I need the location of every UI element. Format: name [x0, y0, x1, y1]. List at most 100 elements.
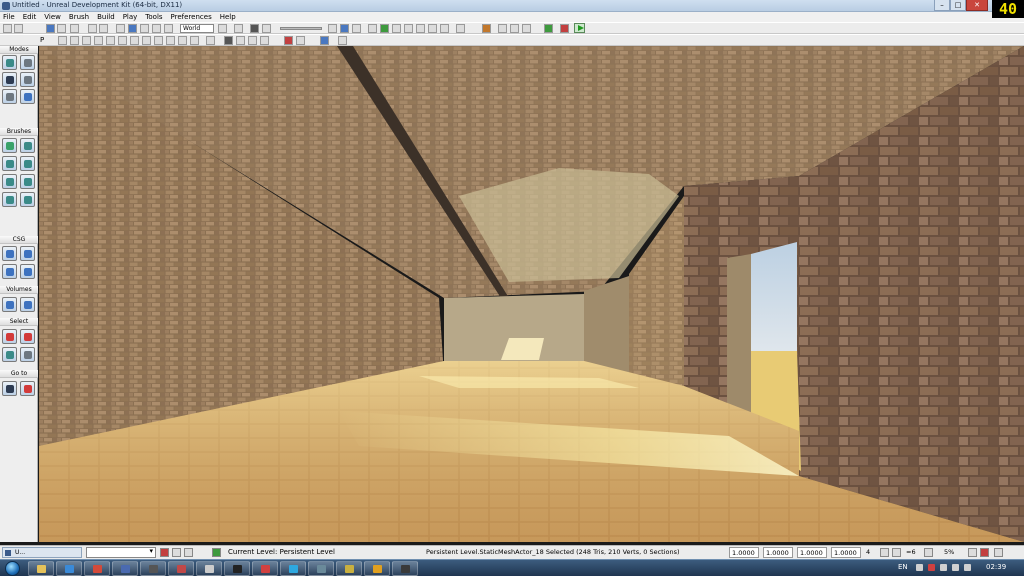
show-all-button[interactable]	[20, 347, 35, 362]
detail-lighting-icon[interactable]	[118, 36, 127, 45]
play-in-editor-icon[interactable]	[482, 24, 491, 33]
drag-grid-w[interactable]: 1.0000	[831, 547, 861, 558]
select-mode-icon[interactable]	[116, 24, 125, 33]
curved-stair-button[interactable]	[2, 156, 17, 171]
taskbar-app-5[interactable]	[252, 561, 278, 576]
lit-lightmap-density-icon[interactable]	[190, 36, 199, 45]
start-button[interactable]	[5, 561, 20, 576]
csg-deintersect-button[interactable]	[20, 264, 35, 279]
linear-stair-button[interactable]	[2, 174, 17, 189]
autosave-checkbox[interactable]	[968, 548, 977, 557]
close-button[interactable]: ✕	[966, 0, 988, 11]
matinee-icon[interactable]	[262, 24, 271, 33]
save-icon[interactable]	[46, 24, 55, 33]
rotation-snap-value[interactable]: =6	[906, 548, 916, 556]
goto-actor-button[interactable]	[2, 381, 17, 396]
scale-mode-icon[interactable]	[152, 24, 161, 33]
taskbar-app-6[interactable]	[308, 561, 334, 576]
layer-browser-icon[interactable]	[352, 24, 361, 33]
build-cover-icon[interactable]	[404, 24, 413, 33]
network-icon[interactable]	[940, 564, 947, 571]
autosave-icon[interactable]	[980, 548, 989, 557]
volume-icon[interactable]	[964, 564, 971, 571]
level-browser-icon[interactable]	[172, 548, 181, 557]
content-browser-icon[interactable]	[340, 24, 349, 33]
hide-selected-button[interactable]	[20, 329, 35, 344]
viewport-options-icon[interactable]	[338, 36, 347, 45]
grid-slider[interactable]	[280, 27, 322, 30]
terrain-mode-button[interactable]	[2, 72, 17, 87]
rotate-mode-icon[interactable]	[140, 24, 149, 33]
wireframe-icon[interactable]	[82, 36, 91, 45]
clock[interactable]: 02:39	[986, 563, 1006, 571]
camera-lock-icon[interactable]	[236, 36, 245, 45]
minimize-button[interactable]: –	[934, 0, 950, 11]
translate-mode-icon[interactable]	[128, 24, 137, 33]
taskbar-app-8[interactable]	[364, 561, 390, 576]
grid-size-value[interactable]: 4	[866, 548, 870, 556]
drag-grid-x[interactable]: 1.0000	[729, 547, 759, 558]
play-button[interactable]	[574, 23, 585, 33]
invert-selection-button[interactable]	[2, 347, 17, 362]
perspective-viewport[interactable]	[39, 46, 1024, 542]
taskbar-app-2[interactable]	[140, 561, 166, 576]
taskbar-app-9[interactable]	[392, 561, 418, 576]
menu-help[interactable]: Help	[220, 13, 236, 21]
taskbar-skype[interactable]	[280, 561, 306, 576]
taskbar-app-3[interactable]	[168, 561, 194, 576]
battery-icon[interactable]	[952, 564, 959, 571]
taskbar-app-1[interactable]	[112, 561, 138, 576]
taskbar-app-7[interactable]	[336, 561, 362, 576]
redo-icon[interactable]	[99, 24, 108, 33]
taskbar-unreal[interactable]	[224, 561, 250, 576]
menu-brush[interactable]: Brush	[69, 13, 89, 21]
rotation-snap-checkbox[interactable]	[892, 548, 901, 557]
package-icon[interactable]	[522, 24, 531, 33]
lighting-quality-icon[interactable]	[428, 24, 437, 33]
taskbar-app-4[interactable]	[196, 561, 222, 576]
stop-icon[interactable]	[296, 36, 305, 45]
taskbar-chrome[interactable]	[84, 561, 110, 576]
texture-align-button[interactable]	[2, 89, 17, 104]
camera-mode-button[interactable]	[2, 55, 17, 70]
kismet-icon[interactable]	[250, 24, 259, 33]
level-select[interactable]	[86, 547, 156, 558]
csg-add-button[interactable]	[2, 246, 17, 261]
menu-file[interactable]: File	[3, 13, 15, 21]
volume-options-button[interactable]	[20, 297, 35, 312]
tray-icon[interactable]	[916, 564, 923, 571]
light-complexity-icon[interactable]	[142, 36, 151, 45]
open-map-icon[interactable]	[14, 24, 23, 33]
show-selected-button[interactable]	[2, 329, 17, 344]
csg-intersect-button[interactable]	[2, 264, 17, 279]
minimized-window-tab[interactable]: U...	[2, 547, 82, 558]
taskbar-ie[interactable]	[56, 561, 82, 576]
menu-build[interactable]: Build	[97, 13, 115, 21]
current-level-icon[interactable]	[212, 548, 221, 557]
scale-snap-checkbox[interactable]	[924, 548, 933, 557]
play-in-viewport-icon[interactable]	[320, 36, 329, 45]
lighting-info-icon[interactable]	[440, 24, 449, 33]
sheet-brush-button[interactable]	[20, 174, 35, 189]
drag-grid-y[interactable]: 1.0000	[763, 547, 793, 558]
menu-tools[interactable]: Tools	[145, 13, 162, 21]
brush-wireframe-icon[interactable]	[70, 36, 79, 45]
build-lighting-icon[interactable]	[380, 24, 389, 33]
menu-view[interactable]: View	[44, 13, 61, 21]
shader-complexity-icon[interactable]	[166, 36, 175, 45]
maximize-button[interactable]: □	[950, 0, 966, 11]
search-icon[interactable]	[328, 24, 337, 33]
geometry-mode-button[interactable]	[20, 55, 35, 70]
taskbar-folder[interactable]	[28, 561, 54, 576]
spiral-stair-button[interactable]	[2, 192, 17, 207]
csg-subtract-button[interactable]	[20, 246, 35, 261]
build-paths-icon[interactable]	[392, 24, 401, 33]
game-view-icon[interactable]	[224, 36, 233, 45]
nonuniform-scale-icon[interactable]	[164, 24, 173, 33]
lit-icon[interactable]	[106, 36, 115, 45]
menu-play[interactable]: Play	[123, 13, 138, 21]
coordinate-system-select[interactable]: World	[180, 24, 214, 33]
menu-edit[interactable]: Edit	[23, 13, 37, 21]
import-icon[interactable]	[70, 24, 79, 33]
cone-brush-button[interactable]	[20, 138, 35, 153]
